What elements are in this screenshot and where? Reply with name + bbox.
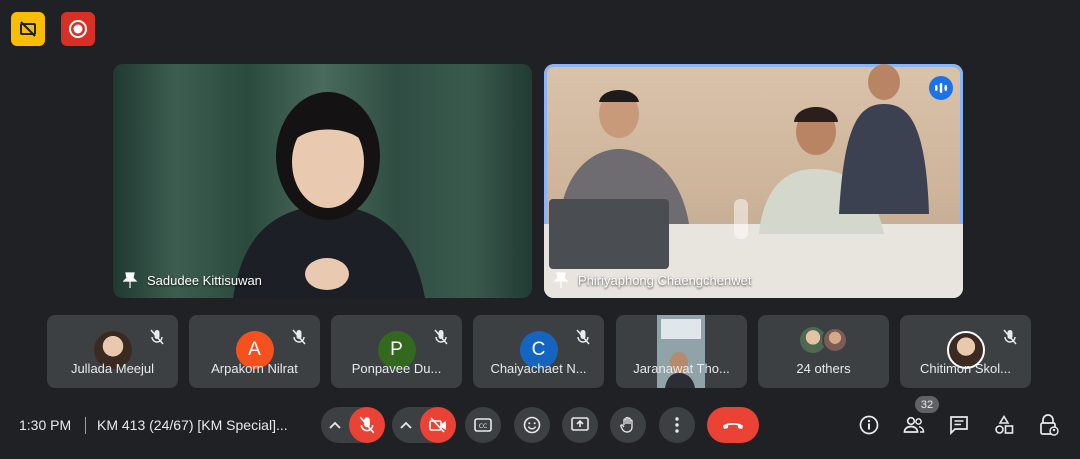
recording-disabled-badge[interactable] <box>11 12 45 46</box>
reactions-button[interactable] <box>514 407 550 443</box>
video-tile-phiriyaphong[interactable]: Phiriyaphong Chaengchenwet <box>544 64 963 298</box>
mic-toggle-button[interactable] <box>349 407 385 443</box>
participant-name: Jaranawat Tho... <box>633 361 730 376</box>
mic-off-icon <box>1003 329 1017 345</box>
participant-name: Jullada Meejul <box>70 361 155 376</box>
participant-name: Phiriyaphong Chaengchenwet <box>578 272 752 288</box>
lock-person-icon <box>1040 414 1059 436</box>
participant-name: 24 others <box>796 361 851 376</box>
raise-hand-button[interactable] <box>610 407 646 443</box>
pin-icon[interactable] <box>554 272 568 288</box>
chat-icon <box>950 416 968 435</box>
no-record-icon <box>20 21 36 37</box>
participant-tile[interactable]: A Arpakorn Nilrat <box>189 315 320 388</box>
info-icon <box>859 415 879 435</box>
svg-text:CC: CC <box>479 423 487 430</box>
speaking-indicator <box>929 76 953 100</box>
audio-options-button[interactable] <box>321 421 349 429</box>
participant-name: Chitimon Skol... <box>919 361 1012 376</box>
clock: 1:30 PM <box>19 417 72 433</box>
mic-off-icon <box>359 416 375 434</box>
camera-off-icon <box>429 417 446 433</box>
mic-off-icon <box>576 329 590 345</box>
host-controls-button[interactable] <box>1037 413 1061 437</box>
audio-level-icon <box>935 83 947 93</box>
present-icon <box>571 417 589 431</box>
leave-call-button[interactable] <box>707 407 759 443</box>
meeting-title[interactable]: KM 413 (24/67) [KM Special]... <box>97 417 288 433</box>
camera-toggle-button[interactable] <box>420 407 456 443</box>
participant-tile[interactable]: Jaranawat Tho... <box>616 315 747 388</box>
participant-tile[interactable]: Chitimon Skol... <box>900 315 1031 388</box>
participant-name: Chaiyachaet N... <box>490 361 587 376</box>
chat-button[interactable] <box>947 413 971 437</box>
activities-icon <box>995 415 1014 434</box>
mic-control-group <box>321 407 385 443</box>
record-icon <box>69 20 87 38</box>
tile-name-label: Sadudee Kittisuwan <box>123 272 262 288</box>
captions-button[interactable]: CC <box>465 407 501 443</box>
chevron-up-icon <box>400 421 412 429</box>
emoji-icon <box>523 416 541 434</box>
hang-up-icon <box>723 423 743 429</box>
participant-video <box>544 64 963 298</box>
present-screen-button[interactable] <box>562 407 598 443</box>
participant-name: Arpakorn Nilrat <box>211 361 298 376</box>
closed-captions-icon: CC <box>474 418 492 432</box>
activities-button[interactable] <box>992 413 1016 437</box>
people-icon <box>903 416 925 433</box>
people-button[interactable] <box>902 413 926 437</box>
recording-badge[interactable] <box>61 12 95 46</box>
mic-off-icon <box>150 329 164 345</box>
mic-off-icon <box>292 329 306 345</box>
tile-name-label: Phiriyaphong Chaengchenwet <box>554 272 751 288</box>
participant-tile[interactable]: C Chaiyachaet N... <box>473 315 604 388</box>
participant-video <box>657 315 705 388</box>
participant-tile[interactable]: Jullada Meejul <box>47 315 178 388</box>
others-tile[interactable]: 24 others <box>758 315 889 388</box>
hand-icon <box>620 416 633 433</box>
participant-name: Sadudee Kittisuwan <box>147 272 262 288</box>
pin-icon[interactable] <box>123 272 137 288</box>
divider <box>85 417 86 434</box>
people-count-badge: 32 <box>915 396 939 413</box>
more-vert-icon <box>675 417 679 433</box>
participant-video <box>233 92 425 298</box>
more-options-button[interactable] <box>659 407 695 443</box>
video-options-button[interactable] <box>392 421 420 429</box>
meeting-details-button[interactable] <box>857 413 881 437</box>
mic-off-icon <box>434 329 448 345</box>
camera-control-group <box>392 407 456 443</box>
participant-name: Ponpavee Du... <box>351 361 442 376</box>
chevron-up-icon <box>329 421 341 429</box>
avatar-group <box>800 327 852 353</box>
video-tile-sadudee[interactable]: Sadudee Kittisuwan <box>113 64 532 298</box>
participant-tile[interactable]: P Ponpavee Du... <box>331 315 462 388</box>
